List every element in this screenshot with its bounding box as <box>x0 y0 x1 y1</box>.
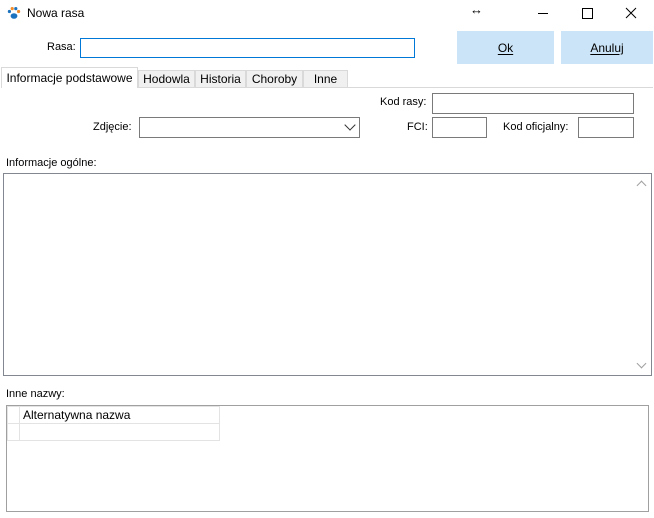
zdjecie-label: Zdjęcie: <box>93 121 132 133</box>
rasa-label: Rasa: <box>47 41 76 53</box>
tab-choroby[interactable]: Choroby <box>246 70 303 87</box>
minimize-button[interactable] <box>520 0 566 26</box>
row-header-corner <box>7 406 20 424</box>
tab-historia[interactable]: Historia <box>195 70 246 87</box>
fci-input[interactable] <box>432 117 487 138</box>
chevron-down-icon <box>344 119 356 131</box>
kod-oficjalny-label: Kod oficjalny: <box>503 121 569 133</box>
maximize-button[interactable] <box>564 0 610 26</box>
inne-nazwy-label: Inne nazwy: <box>6 388 65 400</box>
ok-button[interactable]: Ok <box>457 31 554 64</box>
tab-hodowla[interactable]: Hodowla <box>138 70 195 87</box>
minimize-icon <box>538 12 548 14</box>
ok-button-label: Ok <box>497 40 514 55</box>
zdjecie-select[interactable] <box>139 117 360 138</box>
kod-oficjalny-input[interactable] <box>578 117 634 138</box>
resize-horizontal-icon: ↔ <box>470 2 483 17</box>
close-button[interactable] <box>608 0 654 26</box>
informacje-ogolne-label: Informacje ogólne: <box>6 157 97 169</box>
fci-label: FCI: <box>407 121 428 133</box>
row-header[interactable] <box>7 423 20 441</box>
column-header-alternatywna-nazwa[interactable]: Alternatywna nazwa <box>19 406 220 424</box>
table-cell[interactable] <box>19 423 220 441</box>
cancel-button[interactable]: Anuluj <box>561 31 653 64</box>
window-title: Nowa rasa <box>27 6 85 20</box>
kod-rasy-label: Kod rasy: <box>380 96 427 108</box>
inne-nazwy-grid[interactable]: Alternatywna nazwa <box>6 405 649 512</box>
alternative-names-table: Alternatywna nazwa <box>7 406 220 441</box>
scroll-up-icon[interactable] <box>636 180 647 191</box>
informacje-ogolne-textarea[interactable] <box>3 173 652 376</box>
table-row[interactable] <box>7 423 220 441</box>
maximize-icon <box>581 7 593 19</box>
cancel-button-label: Anuluj <box>590 40 624 55</box>
tab-informacje-podstawowe[interactable]: Informacje podstawowe <box>1 67 138 88</box>
table-header-row: Alternatywna nazwa <box>7 406 220 424</box>
rasa-input[interactable] <box>80 38 415 58</box>
kod-rasy-input[interactable] <box>432 93 634 114</box>
title-bar: Nowa rasa ↔ <box>0 0 654 26</box>
paw-icon <box>7 7 21 19</box>
vertical-scrollbar[interactable] <box>634 174 651 375</box>
tab-inne[interactable]: Inne <box>303 70 348 87</box>
scroll-down-icon[interactable] <box>636 358 647 369</box>
close-icon <box>625 7 637 19</box>
